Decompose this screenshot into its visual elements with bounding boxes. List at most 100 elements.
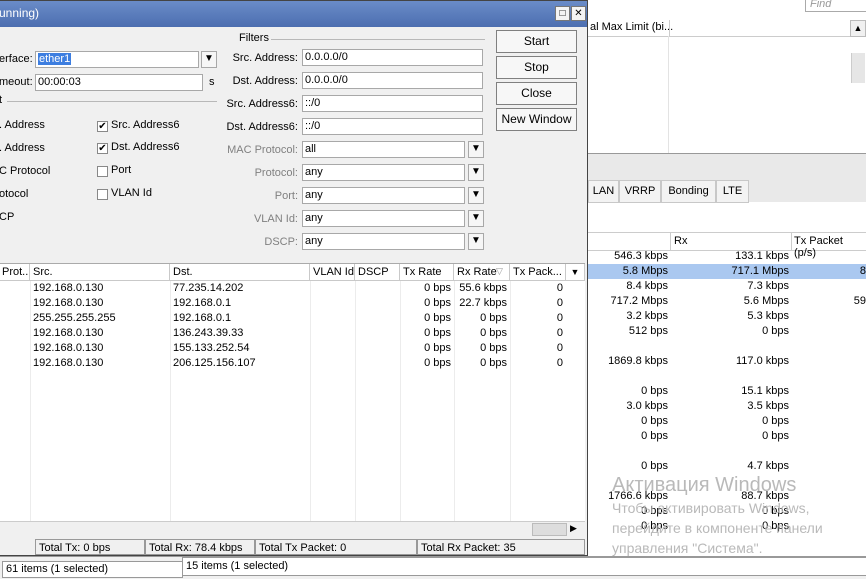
protocol-dropdown-icon[interactable]: ▼ xyxy=(468,164,484,181)
column-header-tx-rate[interactable]: Tx Rate xyxy=(400,264,454,281)
table-cell xyxy=(2,356,30,371)
column-header-prot[interactable]: Prot... xyxy=(0,264,30,281)
checkbox-dst-address6[interactable]: ✔ xyxy=(97,143,108,154)
filters-section-label: Filters xyxy=(239,32,269,44)
checkbox-label: Port xyxy=(111,164,132,176)
total-rx: Total Rx: 78.4 kbps xyxy=(145,539,255,555)
new-window-button[interactable]: New Window xyxy=(496,108,577,131)
row-cell-value: 0 bps xyxy=(641,460,668,472)
tab-lte[interactable]: LTE xyxy=(716,180,749,203)
port-input[interactable]: any xyxy=(302,187,465,204)
background-table-row[interactable]: 5.8 Mbps 717.1 Mbps 8 xyxy=(588,264,866,279)
table-cell: 0 bps xyxy=(480,312,507,324)
tab-bonding[interactable]: Bonding xyxy=(661,180,716,203)
row-cell-value: 0 bps xyxy=(641,430,668,442)
background-table-row[interactable]: 0 bps 0 bps xyxy=(588,429,866,444)
dst-address6-input[interactable]: ::/0 xyxy=(302,118,483,135)
column-header-tx-pack[interactable]: Tx Pack... xyxy=(510,264,566,281)
table-row[interactable]: 192.168.0.130 206.125.156.107 0 bps 0 bps 0 xyxy=(0,356,585,371)
stop-button[interactable]: Stop xyxy=(496,56,577,79)
table-cell: 0 bps xyxy=(424,282,451,294)
background-toolbar xyxy=(588,153,866,181)
mac-protocol-label: MAC Protocol: xyxy=(227,144,298,156)
background-table-row[interactable]: 3.0 kbps 3.5 kbps xyxy=(588,399,866,414)
checkbox-label-left[interactable]: . Address xyxy=(0,142,45,154)
dialog-titlebar[interactable]: unning) □ ✕ xyxy=(0,1,587,27)
maximize-icon[interactable]: □ xyxy=(555,6,570,21)
table-cell: 155.133.252.54 xyxy=(173,342,250,354)
column-header-dst[interactable]: Dst. xyxy=(170,264,310,281)
vlan-id-dropdown-icon[interactable]: ▼ xyxy=(468,210,484,227)
column-header-dscp[interactable]: DSCP xyxy=(355,264,400,281)
table-cell: 22.7 kbps xyxy=(459,297,507,309)
table-cell xyxy=(2,326,30,341)
background-table-row[interactable]: 0 bps 4.7 kbps xyxy=(588,459,866,474)
column-header-vlan-id[interactable]: VLAN Id xyxy=(310,264,355,281)
table-cell: 0 xyxy=(556,342,563,354)
table-cell xyxy=(313,281,355,296)
table-cell: 0 xyxy=(556,312,563,324)
vertical-scrollbar[interactable] xyxy=(851,53,865,83)
start-button[interactable]: Start xyxy=(496,30,577,53)
sort-icon: ▽ xyxy=(496,266,503,276)
table-cell: 192.168.0.130 xyxy=(33,357,104,369)
dscp-dropdown-icon[interactable]: ▼ xyxy=(468,233,484,250)
checkbox-port[interactable] xyxy=(97,166,108,177)
scroll-thumb[interactable] xyxy=(532,523,567,536)
table-cell: 206.125.156.107 xyxy=(173,357,256,369)
torch-dialog: unning) □ ✕ erface: ether1 ▼ meout: 00:0… xyxy=(0,0,588,556)
background-table-row[interactable]: 512 bps 0 bps xyxy=(588,324,866,339)
find-input[interactable]: Find xyxy=(805,0,866,12)
table-cell: 77.235.14.202 xyxy=(173,282,244,294)
scroll-right-icon[interactable]: ▶ xyxy=(570,523,577,534)
header-rx[interactable]: Rx xyxy=(674,235,687,247)
table-row[interactable]: 192.168.0.130 155.133.252.54 0 bps 0 bps 0 xyxy=(0,341,585,356)
table-cell xyxy=(358,281,400,296)
src-address6-input[interactable]: ::/0 xyxy=(302,95,483,112)
background-table-row[interactable]: 546.3 kbps 133.1 kbps xyxy=(588,249,866,264)
background-table-row[interactable]: 8.4 kbps 7.3 kbps xyxy=(588,279,866,294)
table-row[interactable]: 192.168.0.130 77.235.14.202 0 bps 55.6 kbps… xyxy=(0,281,585,296)
close-button[interactable]: Close xyxy=(496,82,577,105)
tab-vrrp[interactable]: VRRP xyxy=(619,180,661,203)
background-table-row[interactable]: 1869.8 kbps 117.0 kbps xyxy=(588,354,866,369)
tab-lan[interactable]: LAN xyxy=(588,180,619,203)
row-cell-rx: 4.7 kbps xyxy=(747,460,789,472)
dscp-input[interactable]: any xyxy=(302,233,465,250)
checkbox-label-left[interactable]: otocol xyxy=(0,188,28,200)
horizontal-scrollbar[interactable]: ▶ xyxy=(0,521,585,537)
background-table-row[interactable]: 3.2 kbps 5.3 kbps xyxy=(588,309,866,324)
column-menu-icon[interactable]: ▼ xyxy=(566,264,585,281)
scroll-up-icon[interactable]: ▲ xyxy=(850,20,866,37)
background-table-row[interactable]: 717.2 Mbps 5.6 Mbps 59 xyxy=(588,294,866,309)
table-row[interactable]: 255.255.255.255 192.168.0.1 0 bps 0 bps 0 xyxy=(0,311,585,326)
table-cell: 0 bps xyxy=(424,312,451,324)
table-cell xyxy=(313,326,355,341)
row-cell-rx: 5.3 kbps xyxy=(747,310,789,322)
checkbox-label-left[interactable]: C Protocol xyxy=(0,165,50,177)
checkbox-label-left[interactable]: CP xyxy=(0,211,14,223)
protocol-input[interactable]: any xyxy=(302,164,465,181)
background-table-row[interactable]: 0 bps 15.1 kbps xyxy=(588,384,866,399)
row-cell-tx-packet: 59 xyxy=(853,295,866,307)
table-row[interactable]: 192.168.0.130 192.168.0.1 0 bps 22.7 kbps 0 xyxy=(0,296,585,311)
column-header-src[interactable]: Src. xyxy=(30,264,170,281)
interface-select[interactable]: ether1 xyxy=(35,51,199,68)
mac-protocol-input[interactable]: all xyxy=(302,141,465,158)
row-cell-value: 546.3 kbps xyxy=(614,250,668,262)
row-cell-rx: 133.1 kbps xyxy=(735,250,789,262)
src-address-input[interactable]: 0.0.0.0/0 xyxy=(302,49,483,66)
dst-address-input[interactable]: 0.0.0.0/0 xyxy=(302,72,483,89)
port-dropdown-icon[interactable]: ▼ xyxy=(468,187,484,204)
checkbox-src-address6[interactable]: ✔ xyxy=(97,121,108,132)
table-row[interactable]: 192.168.0.130 136.243.39.33 0 bps 0 bps 0 xyxy=(0,326,585,341)
mac-protocol-dropdown-icon[interactable]: ▼ xyxy=(468,141,484,158)
background-table-row[interactable]: 0 bps 0 bps xyxy=(588,414,866,429)
vlan-id-input[interactable]: any xyxy=(302,210,465,227)
row-cell-value: 1869.8 kbps xyxy=(608,355,668,367)
checkbox-label: Dst. Address6 xyxy=(111,141,180,153)
timeout-input[interactable]: 00:00:03 xyxy=(35,74,203,91)
close-icon[interactable]: ✕ xyxy=(571,6,586,21)
checkbox-label-left[interactable]: . Address xyxy=(0,119,45,131)
checkbox-vlan-id[interactable] xyxy=(97,189,108,200)
